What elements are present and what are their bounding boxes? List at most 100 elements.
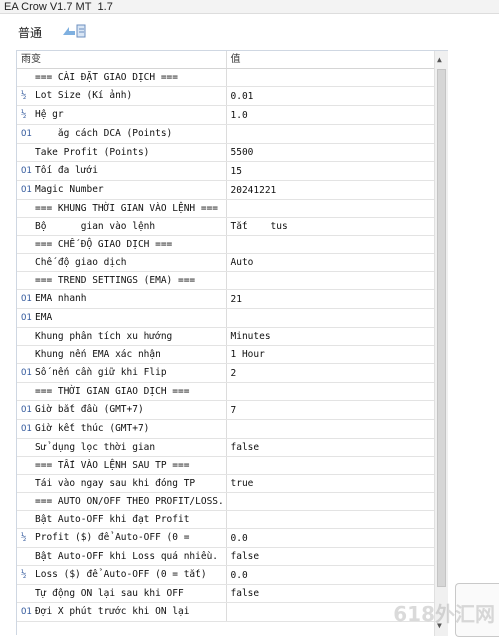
- table-row[interactable]: Khung phân tích xu hướng Minutes: [17, 327, 434, 347]
- parameter-name-cell: Take Profit (Points): [17, 143, 227, 163]
- parameter-label: === KHUNG THỜI GIAN VÀO LỆNH ===: [35, 203, 219, 215]
- param-type-icon: O1: [21, 166, 32, 177]
- parameter-label: === THỜI GIAN GIAO DỊCH ===: [35, 386, 190, 398]
- table-row[interactable]: Khung nến EMA xác nhận 1 Hour: [17, 345, 434, 365]
- parameter-name-cell: O1 Giờ kết thúc (GMT+7): [17, 419, 227, 440]
- table-row[interactable]: === CÀI ĐẶT GIAO DỊCH ===: [17, 68, 434, 88]
- table-row[interactable]: ½ Profit ($) để Auto-OFF (0 = 0.0: [17, 528, 434, 549]
- table-row[interactable]: === AUTO ON/OFF THEO PROFIT/LOSS...: [17, 492, 434, 512]
- parameter-label: Take Profit (Points): [35, 147, 150, 159]
- parameter-label: Tự động ON lại sau khi OFF: [35, 588, 184, 600]
- parameter-value-cell[interactable]: 7: [226, 400, 434, 421]
- parameter-name-cell: ½ Loss ($) để Auto-OFF (0 = tắt): [17, 565, 227, 586]
- parameter-label: Đợi X phút trước khi ON lại: [35, 606, 190, 618]
- column-header-value: 值: [226, 51, 434, 70]
- table-row[interactable]: O1 EMA nhanh 21: [17, 289, 434, 310]
- parameter-value-cell[interactable]: [226, 382, 434, 402]
- parameter-label: Giờ kết thúc (GMT+7): [35, 423, 150, 435]
- table-row[interactable]: Bộ gian vào lệnh Tắt tus: [17, 217, 434, 237]
- parameter-label: === AUTO ON/OFF THEO PROFIT/LOSS...: [35, 496, 226, 508]
- parameter-value-cell[interactable]: Minutes: [226, 327, 434, 347]
- table-row[interactable]: O1 Magic Number 20241221: [17, 180, 434, 201]
- parameter-label: Hệ gr: [35, 109, 98, 121]
- scroll-up-icon[interactable]: ▲: [437, 55, 442, 64]
- parameter-value-cell[interactable]: [226, 510, 434, 530]
- parameter-label: === CHẾ ĐỘ GIAO DỊCH ===: [35, 239, 173, 251]
- parameter-value-cell[interactable]: Auto: [226, 253, 434, 273]
- parameter-value-cell[interactable]: false: [226, 547, 434, 567]
- scrollbar-thumb[interactable]: [437, 69, 446, 587]
- table-row[interactable]: O1 Giờ bắt đầu (GMT+7) 7: [17, 400, 434, 421]
- parameter-value-cell[interactable]: [226, 492, 434, 512]
- parameter-value-cell[interactable]: [226, 124, 434, 145]
- parameter-label: Bật Auto-OFF khi đạt Profit: [35, 514, 190, 526]
- parameter-value-cell[interactable]: 21: [226, 289, 434, 310]
- parameter-value-cell[interactable]: [226, 271, 434, 291]
- window-title-bar: EA Crow V1.7 MT 1.7: [0, 0, 499, 14]
- load-save-icon[interactable]: [61, 23, 87, 39]
- param-type-icon: ½: [21, 110, 27, 121]
- parameter-value-cell[interactable]: [226, 68, 434, 88]
- parameter-value-cell[interactable]: 1 Hour: [226, 345, 434, 365]
- table-row[interactable]: ½ Loss ($) để Auto-OFF (0 = tắt) 0.0: [17, 565, 434, 586]
- table-row[interactable]: O1 EMA: [17, 308, 434, 329]
- parameter-value-cell[interactable]: Tắt tus: [226, 217, 434, 237]
- table-row[interactable]: O1 ăg cách DCA (Points): [17, 124, 434, 145]
- parameter-value-cell[interactable]: false: [226, 438, 434, 458]
- parameter-name-cell: ½ Hệ gr: [17, 105, 227, 126]
- parameter-value-cell[interactable]: [226, 419, 434, 440]
- param-type-icon: ½: [21, 570, 27, 581]
- parameter-value-cell[interactable]: [226, 456, 434, 476]
- param-type-icon: O1: [21, 294, 32, 305]
- table-row[interactable]: Tái vào ngay sau khi đóng TP true: [17, 474, 434, 494]
- table-row[interactable]: === CHẾ ĐỘ GIAO DỊCH ===: [17, 235, 434, 255]
- table-row[interactable]: O1 Tối đa lưới 15: [17, 161, 434, 182]
- parameter-value-cell[interactable]: 0.0: [226, 528, 434, 549]
- table-row[interactable]: === KHUNG THỜI GIAN VÀO LỆNH ===: [17, 199, 434, 219]
- parameter-label: Chế độ giao dịch: [35, 257, 127, 269]
- param-type-icon: O1: [21, 405, 32, 416]
- parameter-value-cell[interactable]: true: [226, 474, 434, 494]
- parameter-name-cell: === TREND SETTINGS (EMA) ===: [17, 271, 227, 291]
- table-row[interactable]: ½ Lot Size (Kí ảnh) 0.01: [17, 86, 434, 107]
- table-row[interactable]: O1 Đợi X phút trước khi ON lại: [17, 602, 434, 623]
- table-row[interactable]: Chế độ giao dịch Auto: [17, 253, 434, 273]
- parameter-value-cell[interactable]: [226, 235, 434, 255]
- parameter-name-cell: O1 EMA: [17, 308, 227, 329]
- table-row[interactable]: Sử dụng lọc thời gian false: [17, 438, 434, 458]
- tab-general[interactable]: 普通: [18, 24, 42, 41]
- parameter-value-cell[interactable]: 2: [226, 363, 434, 384]
- parameter-name-cell: === THỜI GIAN GIAO DỊCH ===: [17, 382, 227, 402]
- parameter-name-cell: Bộ gian vào lệnh: [17, 217, 227, 237]
- table-row[interactable]: Tự động ON lại sau khi OFF false: [17, 584, 434, 604]
- table-row[interactable]: Bật Auto-OFF khi Loss quá nhiều. false: [17, 547, 434, 567]
- parameter-name-cell: Bật Auto-OFF khi đạt Profit: [17, 510, 227, 530]
- table-row[interactable]: O1 Giờ kết thúc (GMT+7): [17, 419, 434, 440]
- parameter-name-cell: ½ Profit ($) để Auto-OFF (0 =: [17, 528, 227, 549]
- vertical-scrollbar[interactable]: ▲ ▼: [434, 51, 448, 636]
- column-header-variable: 雨变: [17, 51, 227, 70]
- parameter-value-cell[interactable]: [226, 308, 434, 329]
- table-row[interactable]: === THỜI GIAN GIAO DỊCH ===: [17, 382, 434, 402]
- parameter-label: Loss ($) để Auto-OFF (0 = tắt): [35, 569, 207, 581]
- parameter-value-cell[interactable]: 5500: [226, 143, 434, 163]
- table-row[interactable]: Take Profit (Points) 5500: [17, 143, 434, 163]
- parameter-name-cell: Bật Auto-OFF khi Loss quá nhiều.: [17, 547, 227, 567]
- parameter-label: Tối đa lưới: [35, 165, 98, 177]
- parameter-label: === CÀI ĐẶT GIAO DỊCH ===: [35, 72, 178, 84]
- table-header-row: 雨变 值: [17, 51, 434, 70]
- parameter-value-cell[interactable]: 1.0: [226, 105, 434, 126]
- table-row[interactable]: Bật Auto-OFF khi đạt Profit: [17, 510, 434, 530]
- parameter-value-cell[interactable]: [226, 199, 434, 219]
- table-row[interactable]: O1 Số nến cần giữ khi Flip 2: [17, 363, 434, 384]
- tab-strip: 普通: [0, 14, 499, 46]
- table-row[interactable]: ½ Hệ gr 1.0: [17, 105, 434, 126]
- table-row[interactable]: === TẤI VÀO LỆNH SAU TP ===: [17, 456, 434, 476]
- parameter-value-cell[interactable]: 20241221: [226, 180, 434, 201]
- parameter-label: Bộ gian vào lệnh: [35, 221, 156, 233]
- parameter-value-cell[interactable]: 15: [226, 161, 434, 182]
- table-row[interactable]: === TREND SETTINGS (EMA) ===: [17, 271, 434, 291]
- parameter-value-cell[interactable]: 0.0: [226, 565, 434, 586]
- parameter-value-cell[interactable]: 0.01: [226, 86, 434, 107]
- parameter-label: === TREND SETTINGS (EMA) ===: [35, 275, 196, 287]
